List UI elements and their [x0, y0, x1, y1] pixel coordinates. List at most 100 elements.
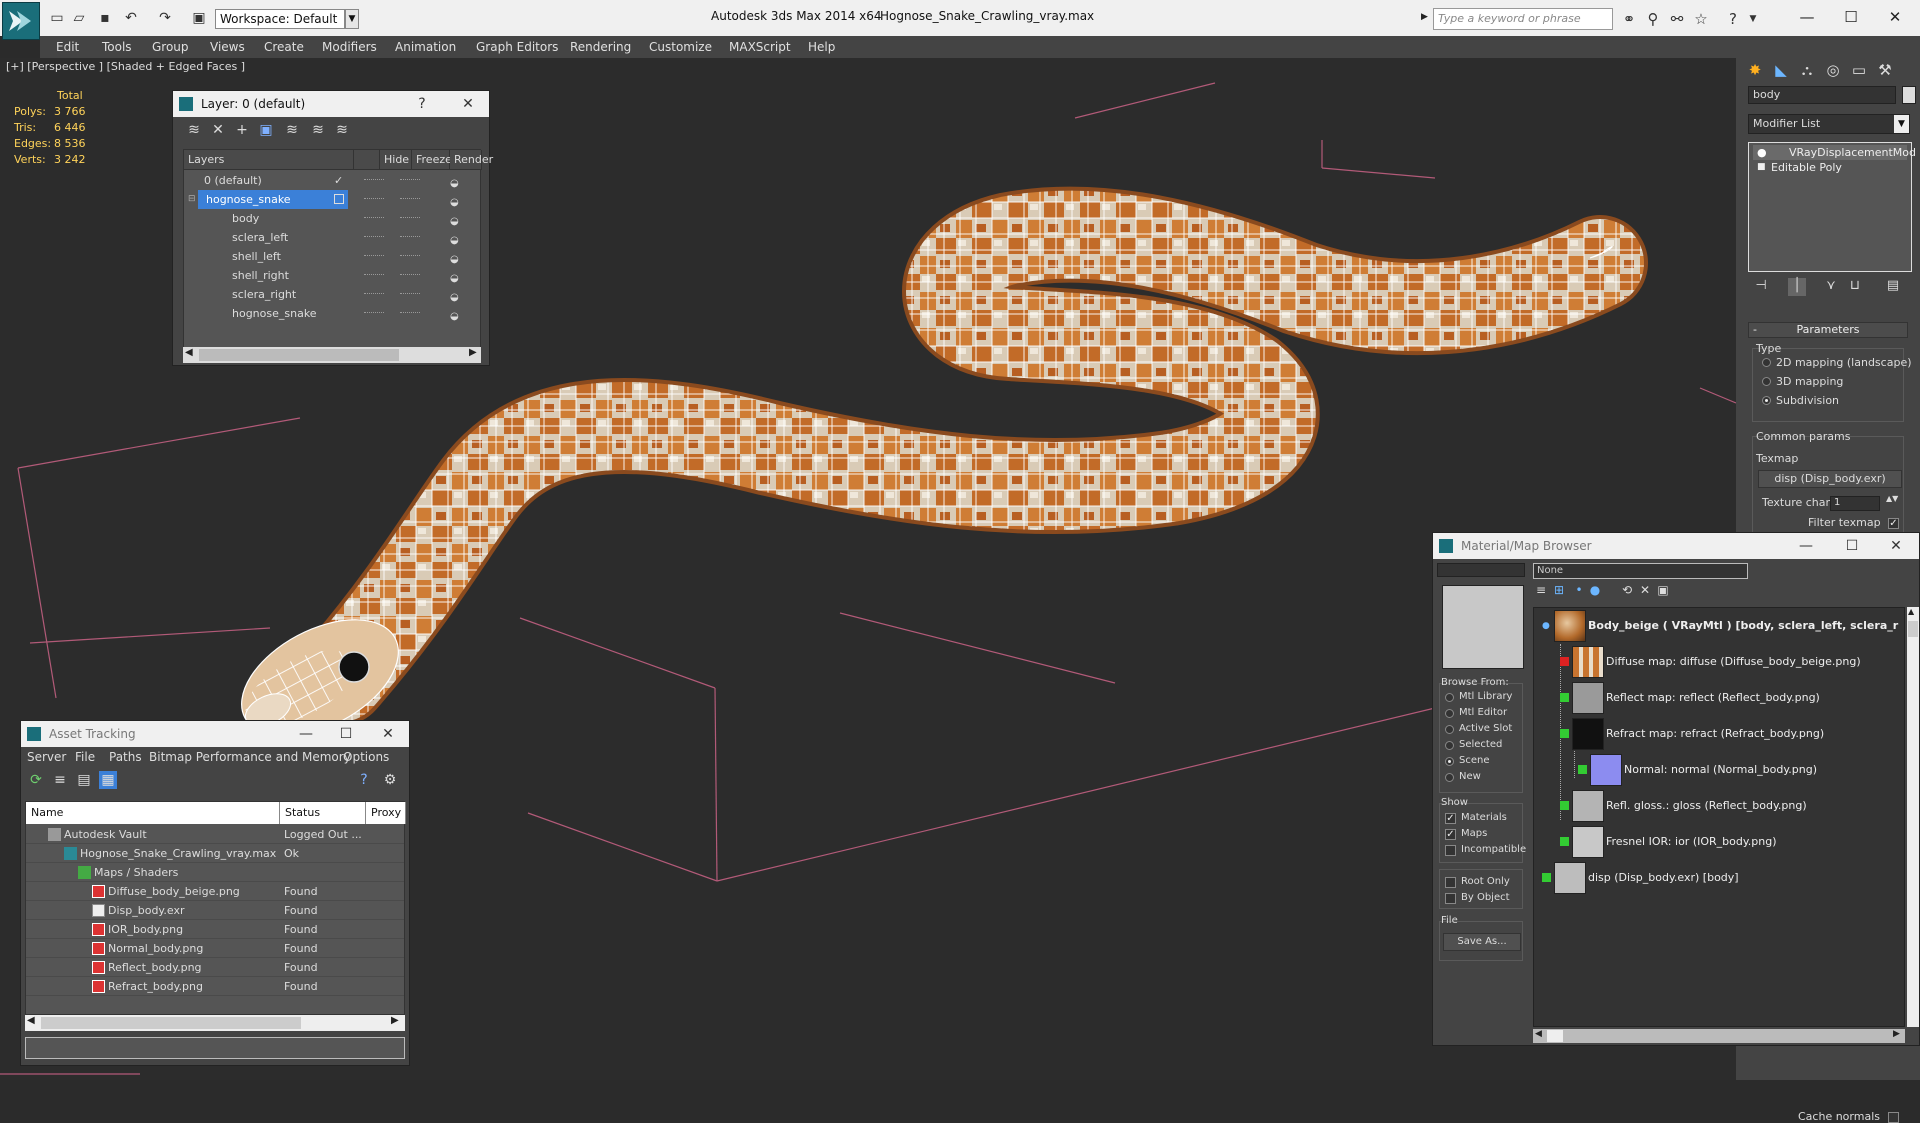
open-file-icon[interactable]: ▱ — [70, 10, 88, 26]
menu-server[interactable]: Server — [27, 750, 66, 764]
radio-mtl-editor[interactable] — [1445, 709, 1454, 718]
scroll-right-icon[interactable]: ▶ — [469, 347, 477, 358]
menu-animation[interactable]: Animation — [395, 36, 456, 58]
layer-row[interactable]: shell_left ◒ — [184, 247, 480, 266]
settings-icon[interactable]: ⚙ — [381, 771, 399, 789]
freeze-toggle[interactable] — [400, 255, 420, 258]
list-view-icon[interactable]: ≡ — [51, 771, 69, 789]
binoculars-icon[interactable]: ⚭ — [1618, 9, 1640, 29]
layer-row[interactable]: sclera_right ◒ — [184, 285, 480, 304]
new-file-icon[interactable]: ▭ — [48, 10, 66, 26]
chevron-down-icon[interactable]: ▼ — [345, 9, 359, 29]
menu-maxscript[interactable]: MAXScript — [729, 36, 791, 58]
asset-row[interactable]: Refract_body.png Found — [26, 977, 404, 996]
cache-normals-checkbox[interactable] — [1888, 1112, 1899, 1123]
help-dropdown-icon[interactable]: ▼ — [1742, 9, 1764, 29]
close-button[interactable]: ✕ — [1878, 6, 1912, 28]
menu-bitmap-performance[interactable]: Bitmap Performance and Memory — [149, 750, 351, 764]
radio-scene[interactable] — [1445, 757, 1454, 766]
column-header-name[interactable]: Name — [26, 802, 280, 824]
radio-subdivision[interactable] — [1762, 396, 1771, 405]
texture-chan-spinner[interactable]: 1 — [1830, 496, 1880, 511]
menu-create[interactable]: Create — [264, 36, 304, 58]
configure-sets-icon[interactable]: ▤ — [1884, 278, 1902, 296]
render-teapot-icon[interactable]: ◒ — [450, 307, 459, 326]
menu-views[interactable]: Views — [210, 36, 245, 58]
active-layer-box-icon[interactable] — [334, 194, 344, 204]
column-header-status[interactable]: Status — [280, 802, 366, 824]
column-header-layers[interactable]: Layers — [184, 150, 354, 170]
hide-toggle[interactable] — [364, 179, 384, 182]
material-editor-icon[interactable]: ▣ — [1655, 583, 1671, 599]
scroll-left-icon[interactable]: ◀ — [27, 1015, 35, 1026]
table-view-icon[interactable]: ▤ — [75, 771, 93, 789]
link-icon[interactable]: ⚯ — [1666, 9, 1688, 29]
hide-toggle[interactable] — [364, 198, 384, 201]
minimize-button[interactable]: — — [1790, 6, 1824, 28]
hierarchy-tab-icon[interactable]: ⛬ — [1796, 60, 1818, 80]
menu-graph-editors[interactable]: Graph Editors — [476, 36, 558, 58]
menu-group[interactable]: Group — [152, 36, 189, 58]
stack-item[interactable]: ■ Editable Poly — [1753, 160, 1907, 175]
horizontal-scrollbar[interactable]: ◀ ▶ — [1533, 1029, 1905, 1043]
layer-row[interactable]: shell_right ◒ — [184, 266, 480, 285]
radio-selected[interactable] — [1445, 741, 1454, 750]
show-maps-checkbox[interactable]: ✓ — [1445, 829, 1456, 840]
hide-toggle[interactable] — [364, 236, 384, 239]
select-in-layer-icon[interactable]: ▣ — [257, 121, 275, 139]
by-object-checkbox[interactable] — [1445, 893, 1456, 904]
freeze-toggle[interactable] — [400, 179, 420, 182]
close-button[interactable]: ✕ — [1881, 533, 1911, 559]
scroll-left-icon[interactable]: ◀ — [1535, 1029, 1542, 1039]
filter-texmap-checkbox[interactable]: ✓ — [1888, 518, 1899, 529]
dot-view-icon[interactable]: • — [1571, 583, 1587, 599]
root-only-checkbox[interactable] — [1445, 877, 1456, 888]
radio-new[interactable] — [1445, 773, 1454, 782]
scroll-right-icon[interactable]: ▶ — [391, 1015, 399, 1026]
sphere-view-icon[interactable]: ● — [1587, 583, 1603, 599]
hide-toggle[interactable] — [364, 274, 384, 277]
project-folder-icon[interactable]: ▣ — [190, 10, 208, 26]
undo-icon[interactable]: ↶ — [122, 10, 140, 26]
close-button[interactable]: ✕ — [373, 721, 403, 747]
save-as-button[interactable]: Save As... — [1443, 933, 1521, 951]
scroll-thumb[interactable] — [1547, 1030, 1563, 1042]
hide-toggle[interactable] — [364, 293, 384, 296]
modify-tab-icon[interactable]: ◣ — [1770, 60, 1792, 80]
horizontal-scrollbar[interactable]: ◀ ▶ — [25, 1015, 405, 1031]
menu-edit[interactable]: Edit — [56, 36, 79, 58]
scroll-thumb[interactable] — [1908, 621, 1918, 637]
app-logo-button[interactable] — [2, 2, 40, 40]
scroll-up-icon[interactable]: ▲ — [1908, 607, 1914, 616]
freeze-all-layers-icon[interactable]: ≋ — [333, 121, 351, 139]
delete-layer-icon[interactable]: ✕ — [209, 121, 227, 139]
asset-row[interactable]: Diffuse_body_beige.png Found — [26, 882, 404, 901]
asset-row[interactable]: Normal_body.png Found — [26, 939, 404, 958]
menu-rendering[interactable]: Rendering — [570, 36, 631, 58]
freeze-toggle[interactable] — [400, 293, 420, 296]
close-button[interactable]: ✕ — [453, 91, 483, 117]
menu-file[interactable]: File — [75, 750, 95, 764]
asset-row[interactable]: Reflect_body.png Found — [26, 958, 404, 977]
freeze-toggle[interactable] — [400, 217, 420, 220]
column-header-proxy[interactable]: Proxy — [366, 802, 406, 824]
asset-row[interactable]: Autodesk Vault Logged Out ... — [26, 825, 404, 844]
hide-all-layers-icon[interactable]: ≋ — [309, 121, 327, 139]
layer-row[interactable]: sclera_left ◒ — [184, 228, 480, 247]
scroll-thumb[interactable] — [199, 349, 399, 361]
menu-options[interactable]: Options — [343, 750, 389, 764]
radio-3d-mapping[interactable] — [1762, 377, 1771, 386]
list-view-icon[interactable]: ≡ — [1533, 583, 1549, 599]
layer-row[interactable]: 0 (default) ✓ ◒ — [184, 171, 480, 190]
column-header-freeze[interactable]: Freeze — [412, 150, 452, 170]
menu-modifiers[interactable]: Modifiers — [322, 36, 377, 58]
asset-row[interactable]: Disp_body.exr Found — [26, 901, 404, 920]
grid-view-icon[interactable]: ▦ — [99, 771, 117, 789]
lightbulb-icon[interactable]: ● — [1757, 145, 1767, 160]
show-end-result-icon[interactable]: │ — [1788, 278, 1806, 296]
search-expand-icon[interactable]: ▶ — [1421, 12, 1428, 22]
freeze-toggle[interactable] — [400, 312, 420, 315]
active-layer-check-icon[interactable]: ✓ — [334, 171, 343, 190]
redo-icon[interactable]: ↷ — [156, 10, 174, 26]
menu-customize[interactable]: Customize — [649, 36, 712, 58]
